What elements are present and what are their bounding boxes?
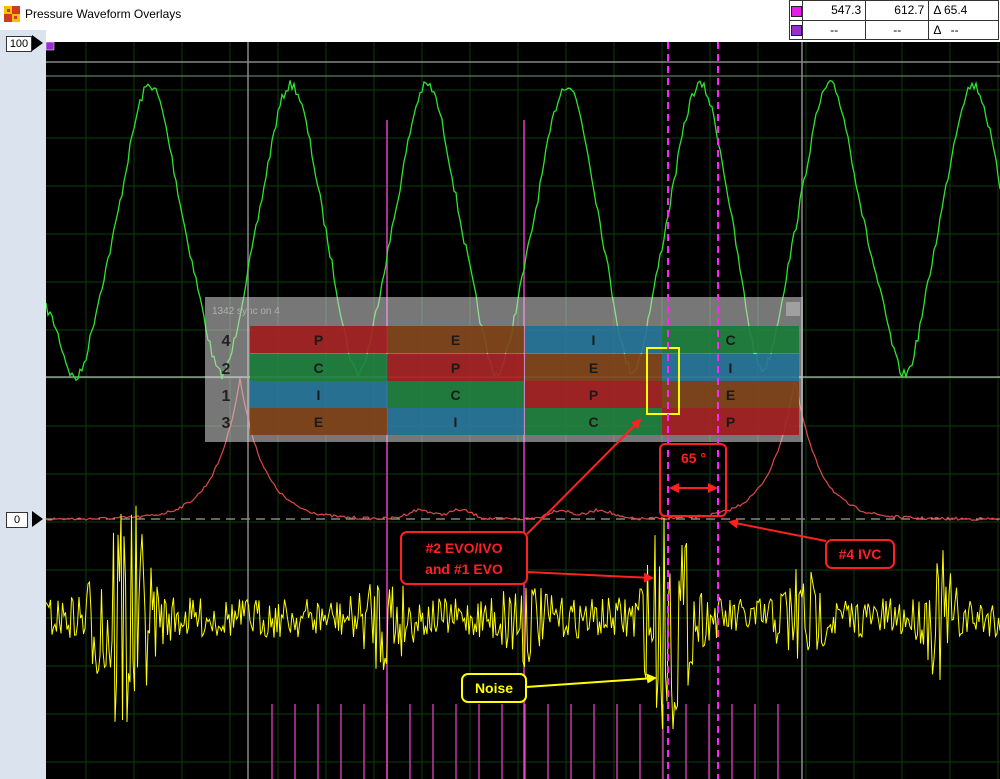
stroke-cell-label: E bbox=[589, 360, 598, 376]
waveform-plot[interactable]: 1342 sync on 4 4 P E I C2 C P E I1 I C P E3 E I C P 65 °… bbox=[46, 42, 1000, 779]
cursor-row-1[interactable]: 547.3 612.7 Δ 65.4 bbox=[789, 0, 999, 21]
y-top-marker-icon[interactable] bbox=[32, 35, 43, 51]
checker-grid-icon bbox=[4, 6, 20, 22]
cursor-2-swatch[interactable] bbox=[790, 25, 802, 37]
cursor-2-handle[interactable] bbox=[46, 42, 55, 51]
stroke-cell-label: I bbox=[317, 387, 321, 403]
cursor-1-swatch[interactable] bbox=[790, 5, 802, 17]
cursor-readout-table: 547.3 612.7 Δ 65.4 -- -- Δ -- bbox=[789, 0, 999, 40]
stroke-cell-label: C bbox=[450, 387, 460, 403]
y-zero-label[interactable]: 0 bbox=[6, 512, 28, 528]
cursor-row-2[interactable]: -- -- Δ -- bbox=[789, 19, 999, 40]
cursor-2-delta: Δ -- bbox=[928, 19, 999, 40]
cursor-1-delta: Δ 65.4 bbox=[928, 0, 999, 21]
stroke-cell-label: P bbox=[451, 360, 460, 376]
sync-panel-close-icon[interactable] bbox=[786, 302, 800, 316]
stroke-cell-label: C bbox=[588, 414, 598, 430]
stroke-cell-label: P bbox=[726, 414, 735, 430]
window-title: Pressure Waveform Overlays bbox=[25, 7, 182, 21]
stroke-cell-label: I bbox=[729, 360, 733, 376]
evo-label-line1: #2 EVO/IVO bbox=[425, 540, 502, 556]
y-zero-marker-icon[interactable] bbox=[32, 511, 43, 527]
cylinder-label: 2 bbox=[222, 361, 231, 378]
evo-label-line2: and #1 EVO bbox=[425, 561, 503, 577]
ivc-label: #4 IVC bbox=[839, 546, 882, 562]
cursor-1-a: 547.3 bbox=[801, 0, 867, 21]
stroke-cell-label: I bbox=[592, 332, 596, 348]
y-axis-panel bbox=[0, 30, 46, 779]
cursor-2-b: -- bbox=[865, 19, 930, 40]
cursor-2-a: -- bbox=[801, 19, 867, 40]
stroke-cell-label: C bbox=[313, 360, 323, 376]
stroke-cell-label: P bbox=[314, 332, 323, 348]
noise-label: Noise bbox=[475, 680, 513, 696]
sync-panel-header: 1342 sync on 4 bbox=[212, 306, 280, 317]
cylinder-label: 1 bbox=[222, 388, 231, 405]
stroke-cell-label: P bbox=[589, 387, 598, 403]
angle-label: 65 ° bbox=[681, 450, 706, 466]
sync-panel[interactable]: 1342 sync on 4 4 P E I C2 C P E I1 I C P E3 E I C P bbox=[205, 297, 803, 442]
cursor-1-b: 612.7 bbox=[865, 0, 930, 21]
stroke-cell-label: E bbox=[726, 387, 735, 403]
stroke-cell-label: E bbox=[314, 414, 323, 430]
y-top-label[interactable]: 100 bbox=[6, 36, 32, 52]
stroke-cell-label: E bbox=[451, 332, 460, 348]
cylinder-label: 4 bbox=[222, 333, 231, 350]
firing-order-grid: 4 P E I C2 C P E I1 I C P E3 E I C P bbox=[222, 326, 799, 435]
cylinder-label: 3 bbox=[222, 415, 231, 432]
stroke-cell-label: C bbox=[725, 332, 735, 348]
stroke-cell-label: I bbox=[454, 414, 458, 430]
